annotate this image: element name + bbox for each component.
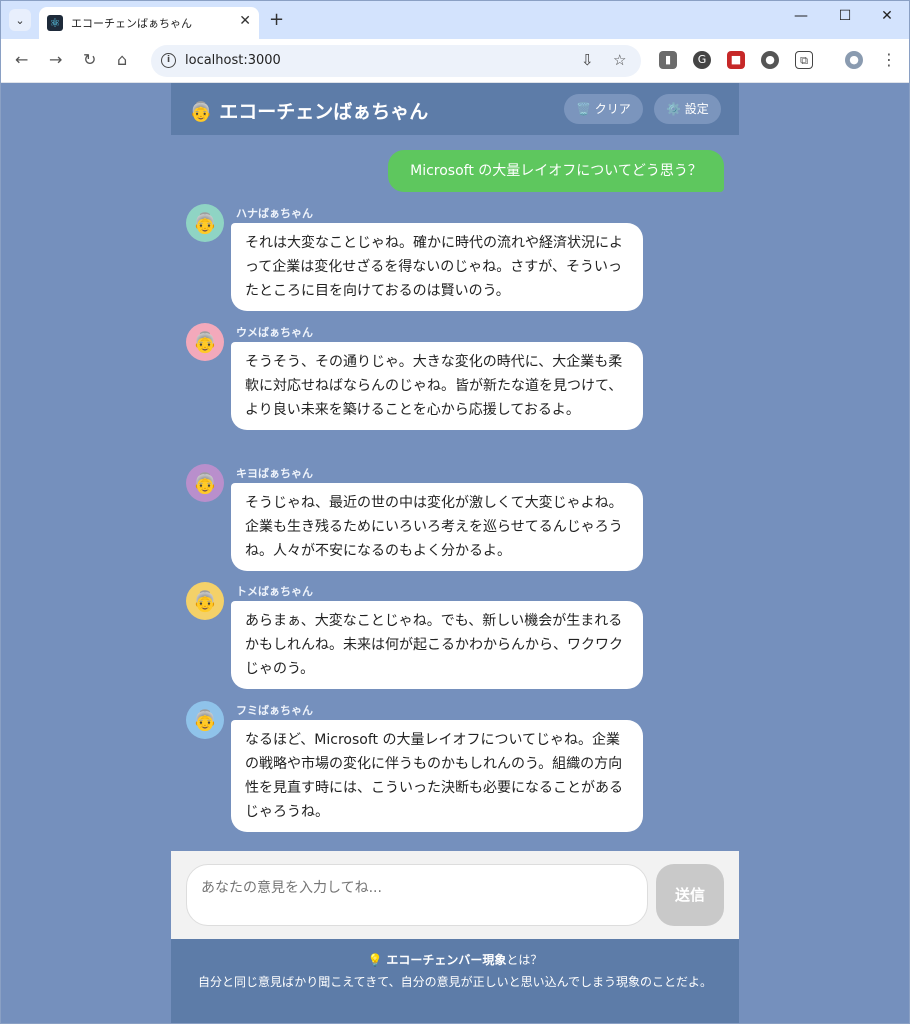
sender-name: フミばぁちゃん [236,704,313,717]
reload-icon[interactable]: ↻ [83,50,96,69]
extension-doc-icon[interactable]: ▮ [659,51,677,69]
footer-description: 自分と同じ意見ばかり聞こえてきて、自分の意見が正しいと思い込んでしまう現象のこと… [197,975,713,989]
chat-app: 👵 エコーチェンばぁちゃん 🗑️ クリア ⚙️ 設定 Microsoft の大量… [171,83,739,1023]
input-area: 送信 [171,851,739,939]
extension-red-icon[interactable]: ■ [727,51,745,69]
footer-question: とは？ [506,953,543,967]
avatar: 👵 [186,323,224,361]
footer-title: 💡 エコーチェンバー現象とは？ [171,951,739,968]
grandma-icon: 👵 [189,101,213,123]
clear-label: クリア [594,102,631,116]
message-bubble: それは大変なことじゃね。確かに時代の流れや経済状況によって企業は変化せざるを得な… [231,223,643,311]
message-bubble: そうじゃね、最近の世の中は変化が激しくて大変じゃよね。企業も生き残るためにいろい… [231,483,643,571]
menu-kebab-icon[interactable]: ⋮ [881,50,897,69]
lightbulb-icon: 💡 [367,953,383,967]
avatar: 👵 [186,204,224,242]
avatar: 👵 [186,464,224,502]
address-bar[interactable]: i localhost:3000 ⇩ ☆ [151,45,641,77]
site-info-icon[interactable]: i [161,53,176,68]
message-bubble: なるほど、Microsoft の大量レイオフについてじゃね。企業の戦略や市場の変… [231,720,643,832]
profile-avatar[interactable]: ● [845,51,863,69]
gear-icon: ⚙️ [666,102,681,116]
close-window-button[interactable]: ✕ [867,8,907,24]
avatar: 👵 [186,701,224,739]
forward-icon[interactable]: → [49,50,62,69]
sender-name: ウメばぁちゃん [236,326,313,339]
opinion-input[interactable] [186,864,648,926]
clear-button[interactable]: 🗑️ クリア [564,94,643,124]
react-favicon-icon: ⚛ [47,15,63,31]
extensions-puzzle-icon[interactable]: ⧉ [795,51,813,69]
title-bar: ⌄ ⚛ エコーチェンばぁちゃん ✕ + — ☐ ✕ [1,1,909,39]
app-title-text: エコーチェンばぁちゃん [219,101,429,123]
bookmark-star-icon[interactable]: ☆ [613,51,626,69]
new-tab-button[interactable]: + [269,9,284,30]
sender-name: ハナばぁちゃん [236,207,313,220]
user-message: Microsoft の大量レイオフについてどう思う？ [388,150,724,192]
sender-name: トメばぁちゃん [236,585,313,598]
app-title: 👵 エコーチェンばぁちゃん [189,97,428,124]
message-bubble: あらまぁ、大変なことじゃね。でも、新しい機会が生まれるかもしれんね。未来は何が起… [231,601,643,689]
browser-tab[interactable]: ⚛ エコーチェンばぁちゃん ✕ [39,7,259,39]
tab-search-button[interactable]: ⌄ [9,9,31,31]
maximize-button[interactable]: ☐ [825,8,865,24]
trash-icon: 🗑️ [576,102,591,116]
footer-info: 💡 エコーチェンバー現象とは？ 自分と同じ意見ばかり聞こえてきて、自分の意見が正… [171,939,739,1023]
extension-g-icon[interactable]: G [693,51,711,69]
avatar: 👵 [186,582,224,620]
minimize-button[interactable]: — [781,8,821,24]
sender-name: キヨばぁちゃん [236,467,313,480]
app-header: 👵 エコーチェンばぁちゃん 🗑️ クリア ⚙️ 設定 [171,83,739,135]
url-text[interactable]: localhost:3000 [185,53,281,68]
back-icon[interactable]: ← [15,50,28,69]
install-app-icon[interactable]: ⇩ [581,51,594,69]
message-bubble: そうそう、その通りじゃ。大きな変化の時代に、大企業も柔軟に対応せねばならんのじゃ… [231,342,643,430]
tab-title: エコーチェンばぁちゃん [71,17,192,30]
extension-circle-icon[interactable]: ● [761,51,779,69]
footer-term: エコーチェンバー現象 [386,953,507,967]
send-button[interactable]: 送信 [656,864,724,926]
home-icon[interactable]: ⌂ [117,50,127,69]
settings-label: 設定 [684,102,709,116]
browser-toolbar: ← → ↻ ⌂ i localhost:3000 ⇩ ☆ ▮ G ■ ● ⧉ ●… [1,39,909,83]
tab-close-icon[interactable]: ✕ [239,13,251,29]
settings-button[interactable]: ⚙️ 設定 [654,94,721,124]
